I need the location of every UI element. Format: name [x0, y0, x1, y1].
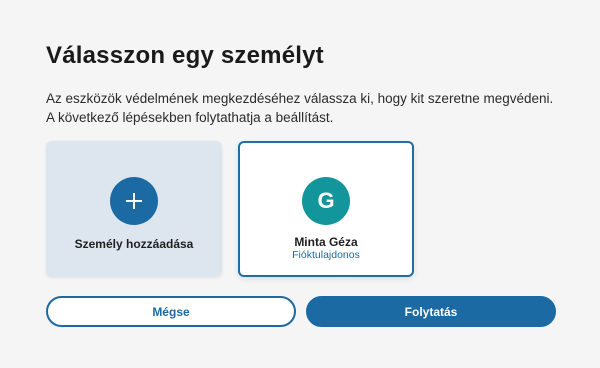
description-line-2: A következő lépésekben folytathatja a be…: [46, 110, 334, 125]
description-line-1: Az eszközök védelmének megkezdéséhez vál…: [46, 91, 554, 106]
add-person-label: Személy hozzáadása: [74, 237, 194, 251]
page-description: Az eszközök védelmének megkezdéséhez vál…: [46, 89, 566, 127]
person-name: Minta Géza: [294, 235, 358, 249]
plus-icon: [110, 177, 158, 225]
page-title: Válasszon egy személyt: [46, 42, 324, 69]
avatar: G: [302, 177, 350, 225]
continue-button[interactable]: Folytatás: [306, 296, 556, 327]
person-role: Fióktulajdonos: [292, 249, 360, 261]
person-card[interactable]: G Minta Géza Fióktulajdonos: [238, 141, 414, 277]
add-person-card[interactable]: Személy hozzáadása: [46, 141, 222, 277]
cancel-button[interactable]: Mégse: [46, 296, 296, 327]
